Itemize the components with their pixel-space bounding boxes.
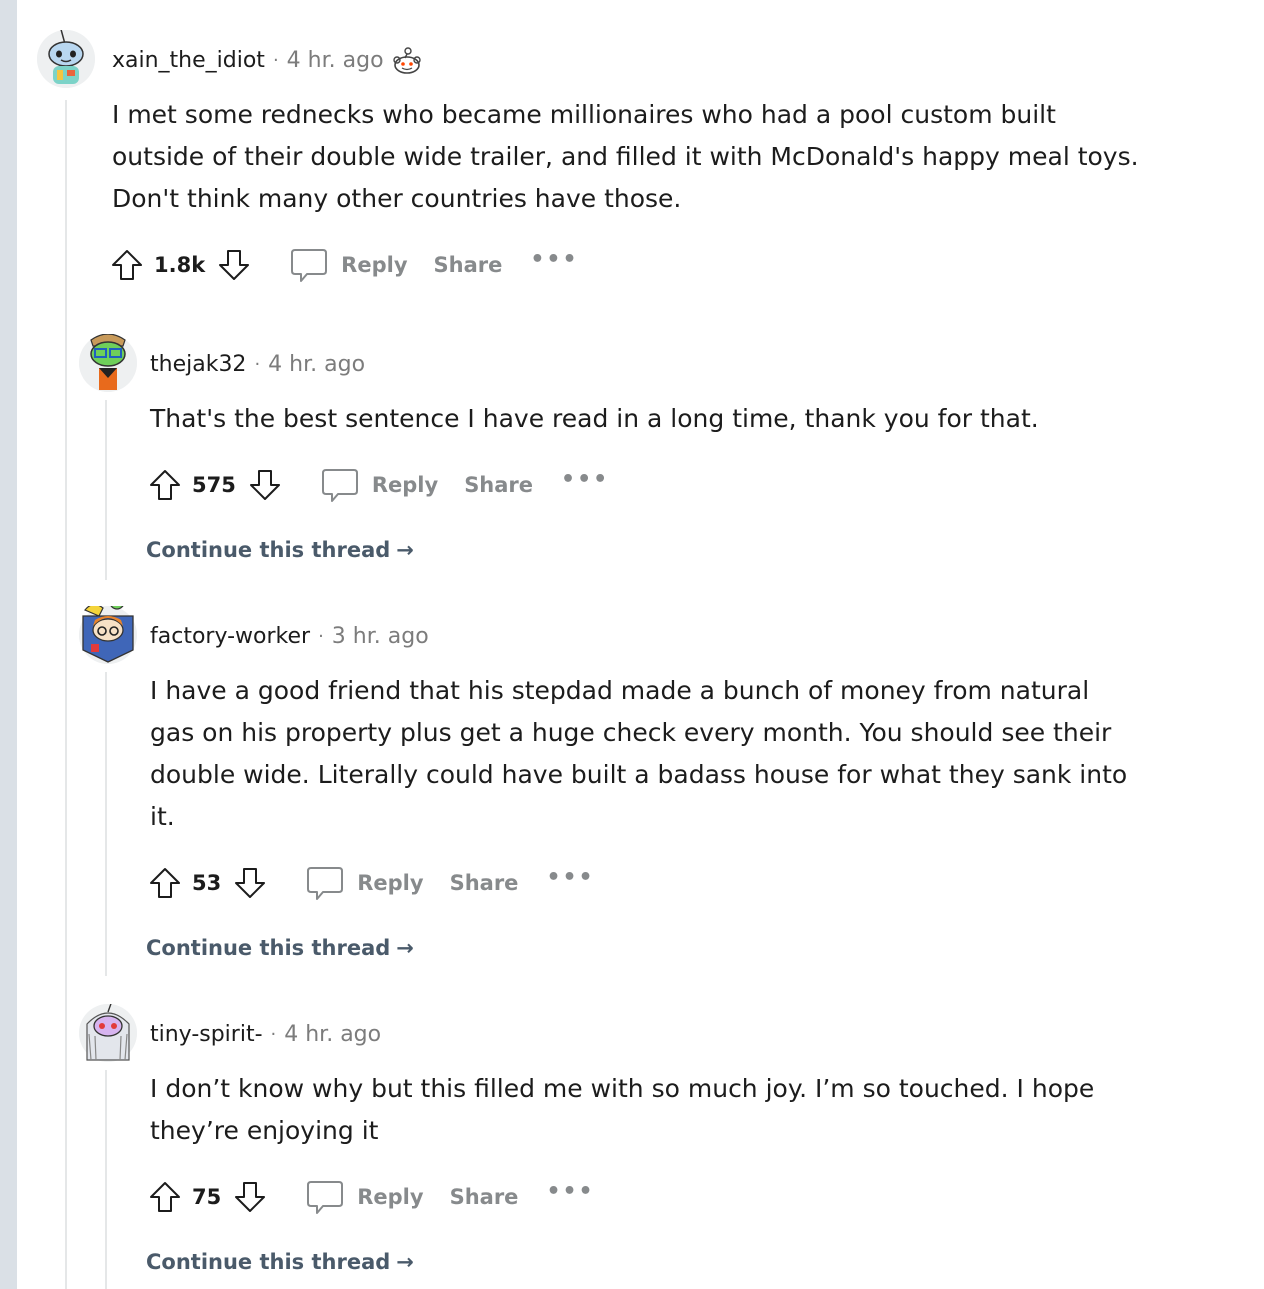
comment-body: I have a good friend that his stepdad ma…	[150, 670, 1230, 838]
comment-line: That's the best sentence I have read in …	[150, 404, 1039, 433]
username[interactable]: tiny-spirit-	[150, 1022, 263, 1047]
upvote-icon[interactable]	[148, 866, 182, 900]
reply-chat-icon[interactable]	[320, 465, 360, 505]
page-side-strip	[0, 0, 17, 1289]
timestamp[interactable]: 4 hr. ago	[287, 48, 384, 73]
reply-button[interactable]: Reply	[357, 871, 423, 895]
separator-dot: ·	[272, 49, 279, 71]
share-button[interactable]: Share	[434, 253, 503, 277]
comment-line: I don’t know why but this filled me with…	[150, 1074, 1095, 1103]
thread-line-root[interactable]	[65, 100, 67, 1289]
reply-button[interactable]: Reply	[372, 473, 438, 497]
separator-dot: ·	[254, 353, 261, 375]
username[interactable]: factory-worker	[150, 624, 310, 649]
comment-line: it.	[150, 802, 175, 831]
reply-chat-icon[interactable]	[305, 863, 345, 903]
arrow-right-icon: →	[396, 936, 414, 960]
upvote-icon[interactable]	[110, 248, 144, 282]
separator-dot: ·	[318, 625, 324, 647]
comment-line: I met some rednecks who became millionai…	[112, 100, 1056, 129]
continue-thread-label: Continue this thread	[146, 1250, 391, 1274]
comment-meta: factory-worker · 3 hr. ago	[150, 621, 429, 651]
arrow-right-icon: →	[396, 1250, 414, 1274]
reply-button[interactable]: Reply	[341, 253, 407, 277]
continue-thread-link[interactable]: Continue this thread →	[146, 936, 414, 960]
more-options-icon[interactable]: •••	[546, 1179, 594, 1204]
continue-thread-label: Continue this thread	[146, 936, 391, 960]
username[interactable]: thejak32	[150, 352, 246, 377]
continue-thread-label: Continue this thread	[146, 538, 391, 562]
snoo-avatar-icon	[37, 15, 95, 88]
snoo-award-icon	[390, 45, 424, 75]
comment-body: That's the best sentence I have read in …	[150, 398, 1230, 440]
share-button[interactable]: Share	[464, 473, 533, 497]
snoo-avatar-icon	[79, 989, 137, 1062]
username[interactable]: xain_the_idiot	[112, 48, 265, 73]
comment-actions: 1.8k Reply Share •••	[110, 245, 579, 285]
vote-score: 1.8k	[154, 253, 206, 277]
avatar[interactable]	[79, 594, 137, 664]
upvote-icon[interactable]	[148, 1180, 182, 1214]
comment-body: I don’t know why but this filled me with…	[150, 1068, 1230, 1152]
more-options-icon[interactable]: •••	[546, 865, 594, 890]
more-options-icon[interactable]: •••	[530, 247, 578, 272]
comment-line: outside of their double wide trailer, an…	[112, 142, 1139, 171]
comment-line: they’re enjoying it	[150, 1116, 379, 1145]
thread-line-tiny-spirit[interactable]	[105, 1070, 107, 1289]
comment-meta: xain_the_idiot · 4 hr. ago	[112, 45, 424, 75]
downvote-icon[interactable]	[233, 1180, 267, 1214]
continue-thread-link[interactable]: Continue this thread →	[146, 538, 414, 562]
thread-line-factory-worker[interactable]	[105, 672, 107, 976]
timestamp[interactable]: 4 hr. ago	[284, 1022, 381, 1047]
avatar[interactable]	[79, 989, 137, 1062]
comment-actions: 75 Reply Share •••	[148, 1177, 595, 1217]
comment-body: I met some rednecks who became millionai…	[112, 94, 1192, 220]
comment-meta: tiny-spirit- · 4 hr. ago	[150, 1019, 381, 1049]
arrow-right-icon: →	[396, 538, 414, 562]
downvote-icon[interactable]	[217, 248, 251, 282]
snoo-avatar-icon	[79, 322, 137, 392]
continue-thread-link[interactable]: Continue this thread →	[146, 1250, 414, 1274]
avatar[interactable]	[79, 322, 137, 392]
comment-actions: 575 Reply Share •••	[148, 465, 609, 505]
timestamp[interactable]: 4 hr. ago	[268, 352, 365, 377]
reply-chat-icon[interactable]	[289, 245, 329, 285]
reply-button[interactable]: Reply	[357, 1185, 423, 1209]
comment-actions: 53 Reply Share •••	[148, 863, 595, 903]
comment-line: I have a good friend that his stepdad ma…	[150, 676, 1090, 705]
comment-line: gas on his property plus get a huge chec…	[150, 718, 1112, 747]
separator-dot: ·	[270, 1023, 277, 1045]
share-button[interactable]: Share	[450, 871, 519, 895]
downvote-icon[interactable]	[248, 468, 282, 502]
vote-score: 75	[192, 1185, 222, 1209]
comment-line: Don't think many other countries have th…	[112, 184, 682, 213]
more-options-icon[interactable]: •••	[561, 467, 609, 492]
thread-line-thejak32[interactable]	[105, 400, 107, 580]
avatar[interactable]	[37, 15, 95, 88]
comment-meta: thejak32 · 4 hr. ago	[150, 349, 365, 379]
share-button[interactable]: Share	[450, 1185, 519, 1209]
timestamp[interactable]: 3 hr. ago	[332, 624, 429, 649]
vote-score: 575	[192, 473, 236, 497]
snoo-avatar-icon	[79, 594, 137, 664]
vote-score: 53	[192, 871, 222, 895]
upvote-icon[interactable]	[148, 468, 182, 502]
reply-chat-icon[interactable]	[305, 1177, 345, 1217]
downvote-icon[interactable]	[233, 866, 267, 900]
comment-line: double wide. Literally could have built …	[150, 760, 1128, 789]
